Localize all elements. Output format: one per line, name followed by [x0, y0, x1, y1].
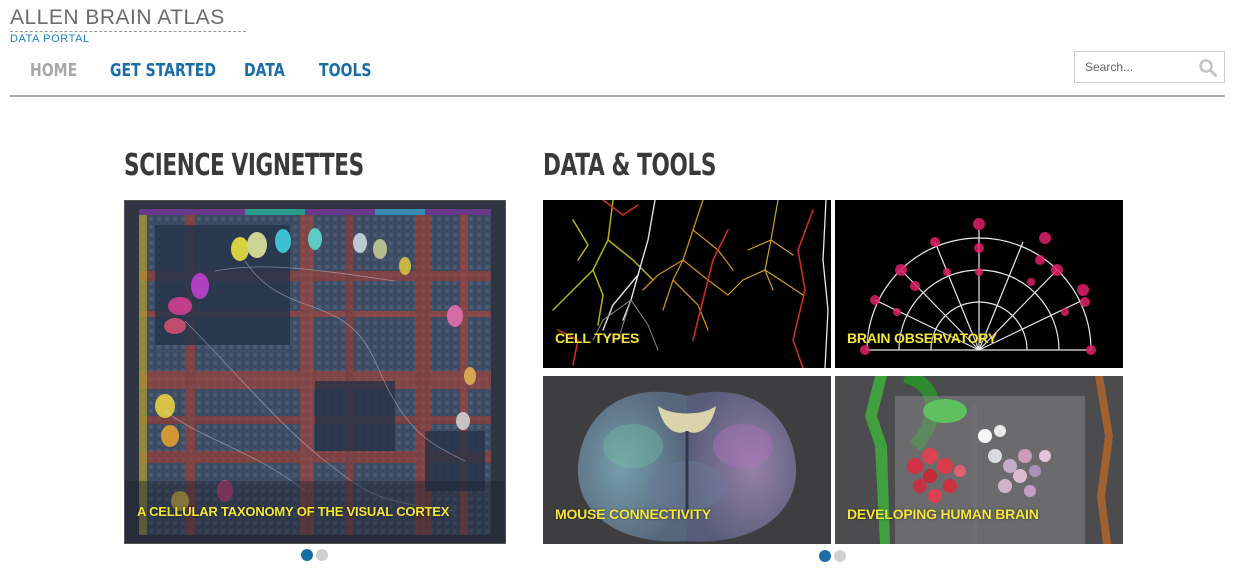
carousel-dot-2[interactable]: [834, 550, 846, 562]
tile-cell-types[interactable]: CELL TYPES: [543, 200, 831, 368]
mouse-connectivity-label: MOUSE CONNECTIVITY: [555, 506, 711, 522]
carousel-dot-1[interactable]: [819, 550, 831, 562]
logo-subtitle: DATA PORTAL: [10, 33, 90, 45]
brain-observatory-label: BRAIN OBSERVATORY: [847, 330, 997, 346]
data-tools-title: DATA & TOOLS: [543, 148, 717, 183]
carousel-dot-1[interactable]: [301, 549, 313, 561]
vignettes-carousel-dots: [301, 549, 328, 561]
nav-item-home[interactable]: HOME: [30, 60, 77, 81]
nav-item-get-started[interactable]: GET STARTED: [110, 60, 216, 81]
developing-human-brain-label: DEVELOPING HUMAN BRAIN: [847, 506, 1039, 522]
search-input[interactable]: [1076, 53, 1194, 81]
search-box: [1074, 51, 1225, 83]
tile-brain-observatory[interactable]: BRAIN OBSERVATORY: [835, 200, 1123, 368]
logo-title: ALLEN BRAIN ATLAS: [10, 6, 225, 29]
header-divider: [10, 95, 1225, 97]
carousel-dot-2[interactable]: [316, 549, 328, 561]
data-tools-carousel-dots: [819, 550, 846, 562]
cell-types-label: CELL TYPES: [555, 330, 640, 346]
nav-item-tools[interactable]: TOOLS: [319, 60, 372, 81]
logo-divider: [10, 31, 246, 32]
vignette-label: A CELLULAR TAXONOMY OF THE VISUAL CORTEX: [137, 504, 450, 519]
nav-item-data[interactable]: DATA: [244, 60, 285, 81]
search-icon[interactable]: [1198, 58, 1218, 78]
vignette-slide[interactable]: A CELLULAR TAXONOMY OF THE VISUAL CORTEX: [124, 200, 506, 544]
tile-mouse-connectivity[interactable]: MOUSE CONNECTIVITY: [543, 376, 831, 544]
science-vignettes-title: SCIENCE VIGNETTES: [124, 148, 364, 183]
site-logo[interactable]: ALLEN BRAIN ATLAS DATA PORTAL: [10, 6, 246, 46]
tile-developing-human-brain[interactable]: DEVELOPING HUMAN BRAIN: [835, 376, 1123, 544]
vignette-image: [125, 201, 505, 543]
